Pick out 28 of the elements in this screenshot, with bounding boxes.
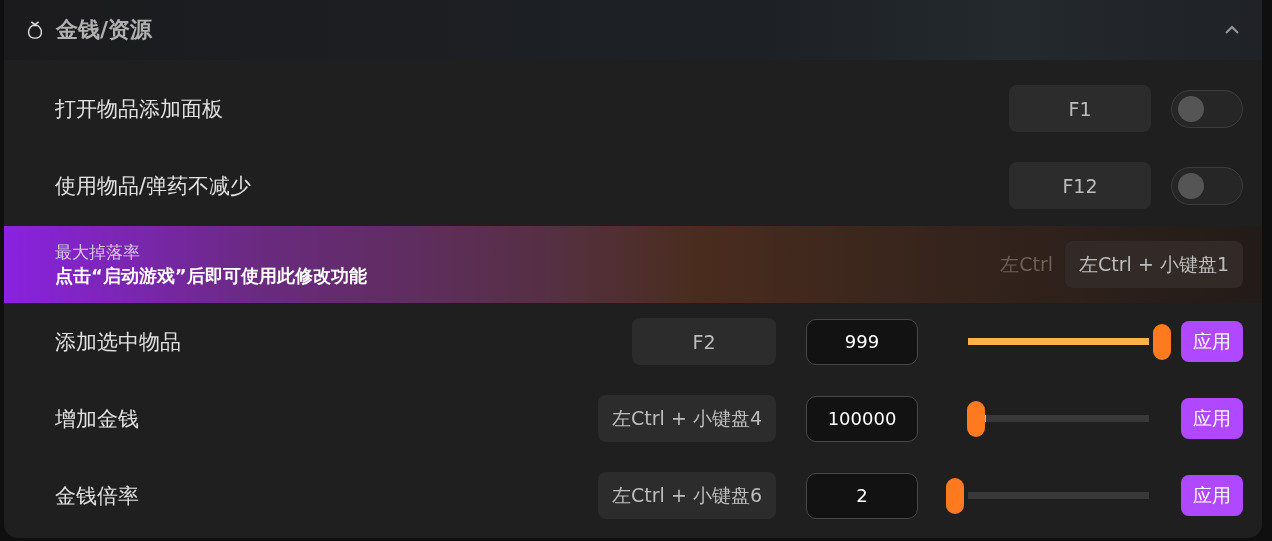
setting-label: 添加选中物品 [55, 328, 182, 356]
toggle-switch[interactable] [1171, 89, 1243, 128]
setting-label: 增加金钱 [55, 405, 140, 433]
hotkey-button[interactable]: F1 [1009, 85, 1151, 132]
hotkey-button[interactable]: F2 [632, 318, 776, 365]
hotkey-button[interactable]: 左Ctrl + 小键盘1 [1065, 241, 1243, 288]
hotkey-button[interactable]: F12 [1009, 162, 1151, 209]
notice-title: 最大掉落率 [55, 241, 141, 264]
value-field[interactable]: 100000 [806, 395, 918, 442]
faded-hotkey-text: 左Ctrl [1000, 251, 1054, 277]
apply-button[interactable]: 应用 [1181, 398, 1243, 439]
toggle-switch[interactable] [1171, 166, 1243, 205]
hotkey-button[interactable]: 左Ctrl + 小键盘6 [598, 472, 776, 519]
slider-thumb[interactable] [946, 477, 964, 514]
setting-label: 打开物品添加面板 [55, 95, 224, 123]
value-field[interactable]: 999 [806, 318, 918, 365]
setting-label: 使用物品/弹药不减少 [55, 172, 253, 200]
notice-message: 点击“启动游戏”后即可使用此修改功能 [55, 264, 368, 288]
apply-button[interactable]: 应用 [1181, 475, 1243, 516]
apply-button[interactable]: 应用 [1181, 321, 1243, 362]
section-title: 金钱/资源 [56, 16, 153, 44]
hotkey-button[interactable]: 左Ctrl + 小键盘4 [598, 395, 776, 442]
slider-thumb[interactable] [966, 400, 985, 437]
slider-thumb[interactable] [1153, 323, 1171, 360]
value-field[interactable]: 2 [806, 472, 918, 519]
money-bag-icon [26, 20, 44, 40]
setting-label: 金钱倍率 [55, 482, 140, 510]
collapse-chevron-icon[interactable] [1224, 25, 1240, 35]
